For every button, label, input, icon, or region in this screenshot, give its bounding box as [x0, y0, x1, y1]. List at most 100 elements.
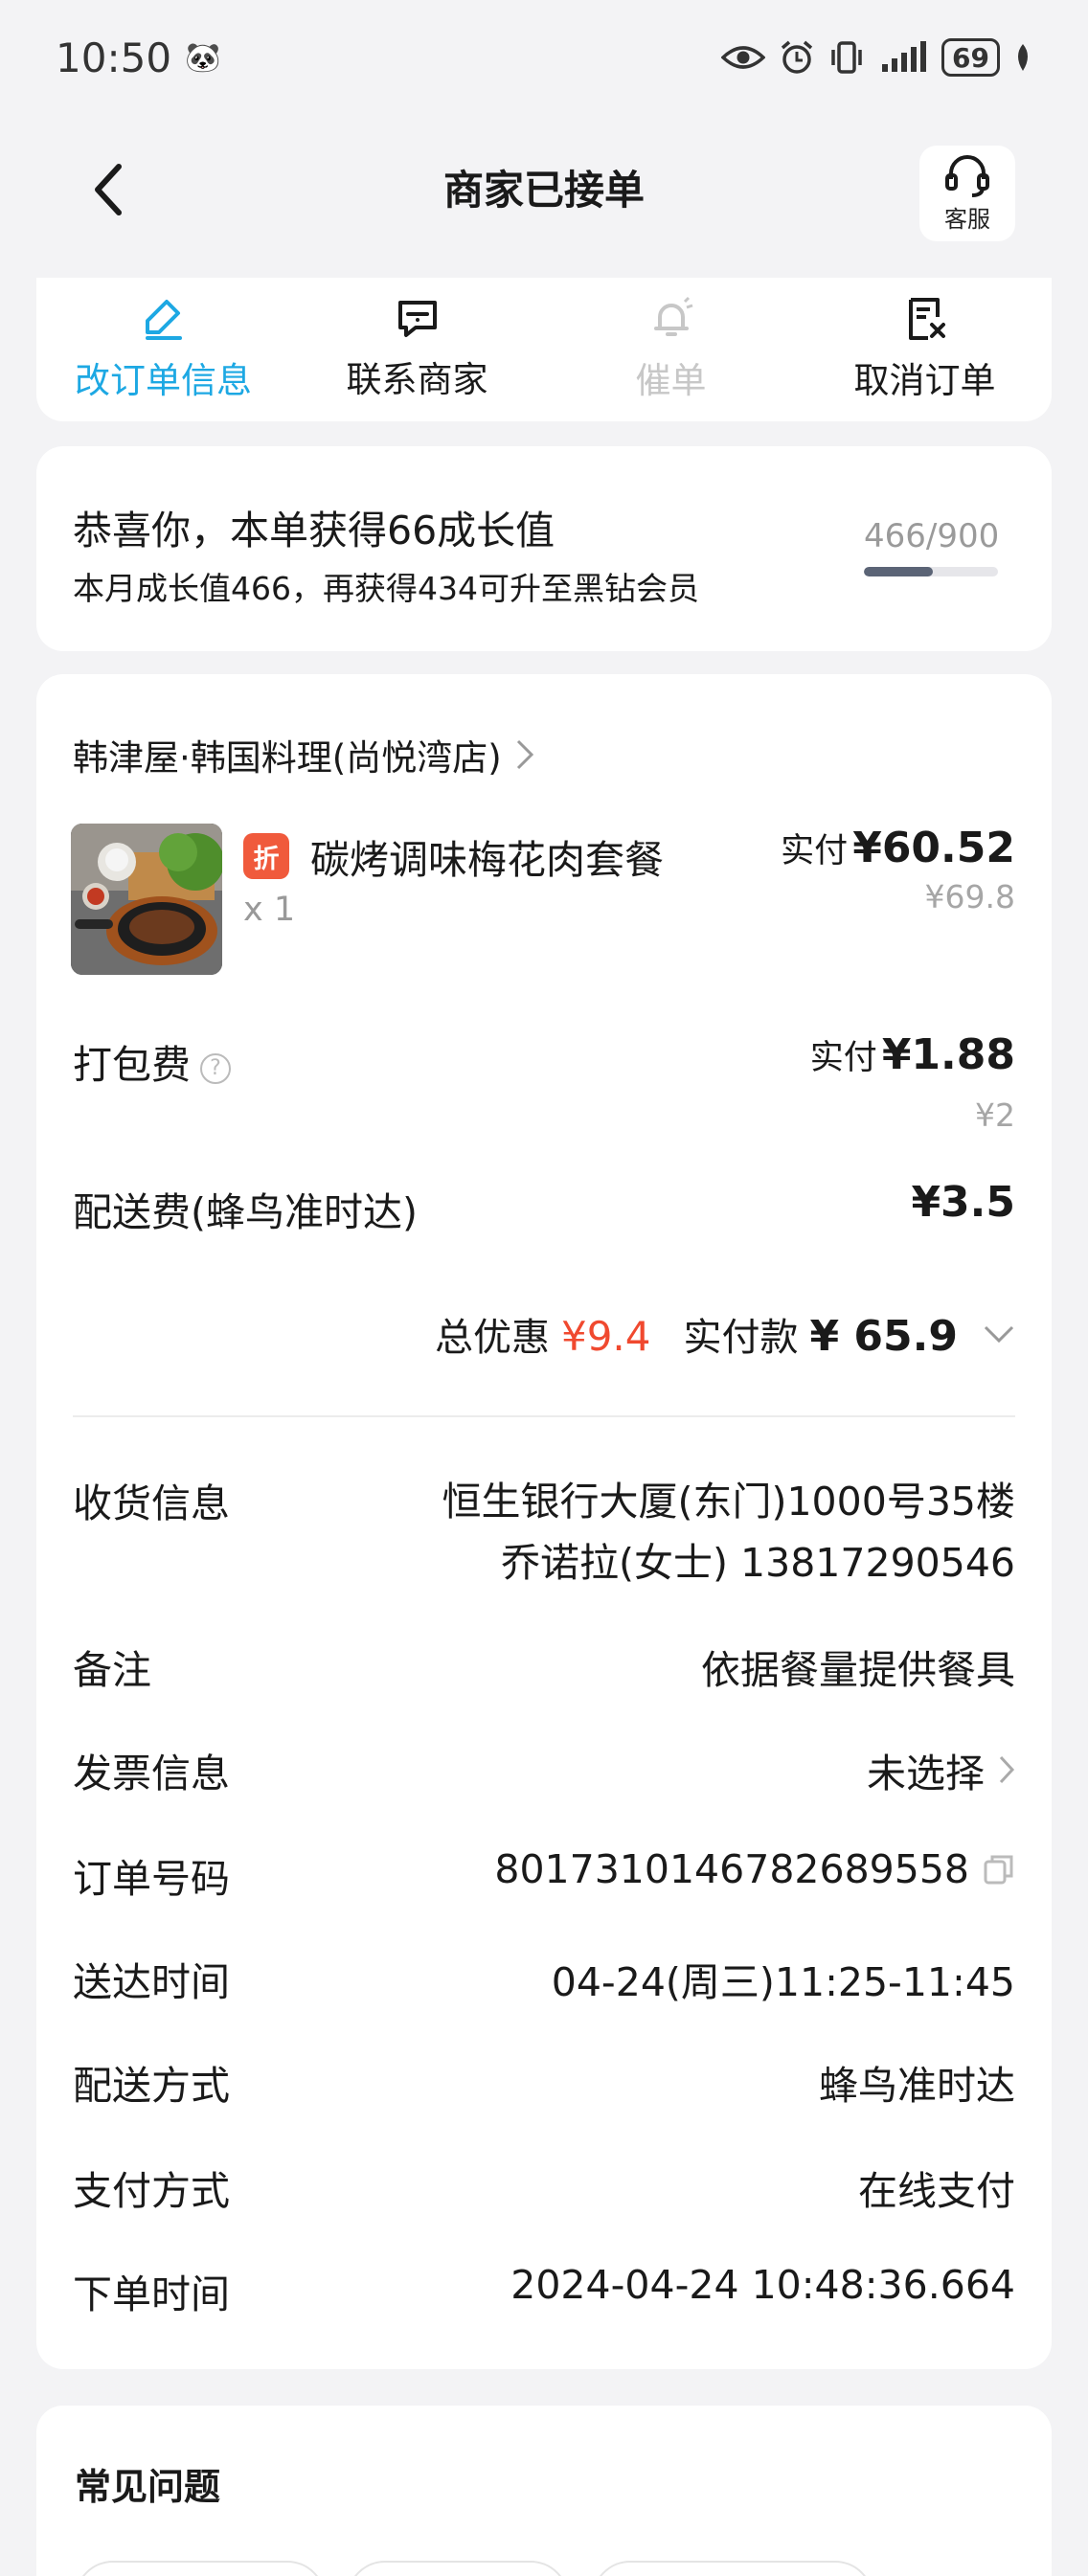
leaf-icon — [1018, 44, 1028, 71]
shop-name: 韩津屋·韩国料理(尚悦湾店) — [73, 737, 502, 779]
faq-chip[interactable] — [347, 2561, 569, 2576]
notification-icon: 🐼 — [185, 40, 221, 75]
dish-paid-label: 实付 — [781, 832, 849, 870]
order-number-value: 8017310146782689558 — [494, 1846, 969, 1892]
delivery-method-label: 配送方式 — [73, 2063, 230, 2109]
status-time: 10:50 — [56, 34, 172, 81]
invoice-value: 未选择 — [867, 1751, 985, 1796]
dish-name: 碳烤调味梅花肉套餐 — [310, 837, 664, 883]
total-paid-label: 实付款 — [683, 1316, 799, 1360]
delivery-time-row: 送达时间 04-24(周三)11:25-11:45 — [73, 1950, 1015, 2007]
invoice-value-wrap: 未选择 — [867, 1741, 1015, 1798]
edit-order-label: 改订单信息 — [75, 360, 252, 401]
customer-service-label: 客服 — [944, 205, 990, 233]
chevron-right-icon — [516, 739, 533, 770]
delivery-fee-price: ¥3.5 — [911, 1178, 1015, 1227]
cancel-doc-icon — [908, 298, 945, 340]
alarm-icon — [781, 40, 813, 74]
edit-icon — [145, 300, 182, 340]
packing-original-price: ¥2 — [975, 1096, 1015, 1134]
vibrate-icon — [831, 41, 862, 74]
total-discount-label: 总优惠 — [434, 1316, 550, 1360]
growth-progress-bar — [864, 567, 998, 576]
status-bar: 10:50 🐼 69 — [0, 0, 1088, 115]
remark-label: 备注 — [73, 1647, 151, 1693]
nav-header: 商家已接单 客服 — [0, 115, 1088, 259]
dish-image[interactable] — [71, 824, 222, 975]
chat-icon — [397, 301, 437, 337]
dish-original-price: ¥69.8 — [924, 878, 1015, 915]
delivery-time-value: 04-24(周三)11:25-11:45 — [551, 1959, 1015, 2005]
address-line1: 恒生银行大厦(东门)1000号35楼 — [442, 1479, 1015, 1525]
packing-paid-label: 实付 — [809, 1039, 877, 1077]
back-arrow-icon[interactable] — [86, 161, 134, 218]
urge-order-label: 催单 — [635, 360, 707, 401]
order-actions: 改订单信息 联系商家 催单 取消订单 — [36, 278, 1052, 421]
delivery-fee-label: 配送费(蜂鸟准时达) — [73, 1189, 418, 1235]
payment-method-value: 在线支付 — [858, 2168, 1015, 2214]
headset-icon — [945, 154, 989, 197]
order-number-row: 订单号码 8017310146782689558 — [73, 1846, 1015, 1904]
edit-order-button[interactable]: 改订单信息 — [36, 278, 290, 421]
growth-progress: 466/900 — [864, 517, 1000, 576]
status-icons: 69 — [721, 38, 1032, 77]
shop-name-link[interactable]: 韩津屋·韩国料理(尚悦湾店) — [73, 674, 1015, 824]
order-detail-page: 10:50 🐼 69 商家已接单 客服 改订单信息 联系商家 催单 取消订单 恭… — [0, 0, 1088, 2576]
customer-service-button[interactable]: 客服 — [919, 146, 1015, 241]
faq-chip[interactable] — [75, 2561, 326, 2576]
bell-icon — [653, 296, 692, 336]
growth-value-card[interactable]: 恭喜你，本单获得66成长值 本月成长值466，再获得434可升至黑钻会员 466… — [36, 446, 1052, 651]
copy-icon[interactable] — [983, 1853, 1015, 1886]
invoice-row[interactable]: 发票信息 未选择 — [73, 1741, 1015, 1798]
page-title: 商家已接单 — [442, 166, 645, 214]
battery-indicator: 69 — [941, 38, 1000, 77]
order-number-wrap: 8017310146782689558 — [494, 1846, 1015, 1892]
order-number-label: 订单号码 — [73, 1856, 230, 1902]
order-time-label: 下单时间 — [73, 2271, 230, 2317]
delivery-time-label: 送达时间 — [73, 1959, 230, 2005]
packing-fee-label: 打包费 — [73, 1042, 191, 1088]
packing-fee-row: 打包费? — [73, 1032, 231, 1090]
growth-progress-fill — [864, 567, 934, 576]
remark-row: 备注 依据餐量提供餐具 — [73, 1638, 1015, 1695]
faq-title: 常见问题 — [75, 2466, 221, 2508]
growth-progress-text: 466/900 — [864, 517, 1000, 555]
invoice-label: 发票信息 — [73, 1751, 230, 1796]
delivery-fee-value: ¥3.5 — [911, 1178, 1015, 1227]
delivery-method-value: 蜂鸟准时达 — [819, 2063, 1015, 2109]
payment-summary[interactable]: 总优惠 ¥9.4 实付款 ¥ 65.9 — [435, 1306, 1015, 1362]
payment-method-label: 支付方式 — [73, 2168, 230, 2214]
packing-fee-price: 实付 ¥1.88 ¥2 — [810, 1030, 1015, 1134]
total-paid-value: ¥ 65.9 — [809, 1312, 959, 1361]
packing-paid-price: ¥1.88 — [881, 1030, 1015, 1079]
payment-method-row: 支付方式 在线支付 — [73, 2158, 1015, 2216]
address-row: 收货信息 恒生银行大厦(东门)1000号35楼 乔诺拉(女士) 13817290… — [73, 1471, 1015, 1593]
chevron-right-icon — [999, 1755, 1015, 1784]
divider — [73, 1415, 1015, 1417]
contact-merchant-label: 联系商家 — [346, 359, 488, 400]
contact-merchant-button[interactable]: 联系商家 — [290, 278, 544, 421]
cancel-order-button[interactable]: 取消订单 — [798, 278, 1052, 421]
dish-paid-price: ¥60.52 — [852, 824, 1015, 872]
dish-quantity: x 1 — [243, 891, 296, 929]
order-card: 韩津屋·韩国料理(尚悦湾店) 折 碳烤调味梅花肉套餐 x 1 实付 ¥60.52… — [36, 674, 1052, 2369]
discount-tag: 折 — [243, 833, 289, 879]
total-discount-value: ¥9.4 — [560, 1313, 651, 1360]
order-time-value: 2024-04-24 10:48:36.664 — [510, 2262, 1015, 2308]
help-icon[interactable]: ? — [200, 1052, 231, 1084]
address-value: 恒生银行大厦(东门)1000号35楼 乔诺拉(女士) 13817290546 — [442, 1471, 1015, 1593]
signal-icon — [882, 41, 927, 72]
chevron-down-icon — [984, 1325, 1014, 1344]
dish-price: 实付 ¥60.52 ¥69.8 — [781, 824, 1015, 915]
dish-title: 折 碳烤调味梅花肉套餐 — [243, 827, 664, 885]
urge-order-button[interactable]: 催单 — [544, 278, 798, 421]
address-label: 收货信息 — [73, 1480, 230, 1526]
cancel-order-label: 取消订单 — [853, 360, 996, 401]
remark-value: 依据餐量提供餐具 — [701, 1647, 1015, 1693]
eye-icon — [721, 46, 766, 69]
faq-card: 常见问题 — [36, 2406, 1052, 2576]
delivery-method-row: 配送方式 蜂鸟准时达 — [73, 2053, 1015, 2111]
faq-chip[interactable] — [592, 2561, 873, 2576]
order-time-row: 下单时间 2024-04-24 10:48:36.664 — [73, 2262, 1015, 2319]
address-line2: 乔诺拉(女士) 13817290546 — [501, 1540, 1015, 1586]
